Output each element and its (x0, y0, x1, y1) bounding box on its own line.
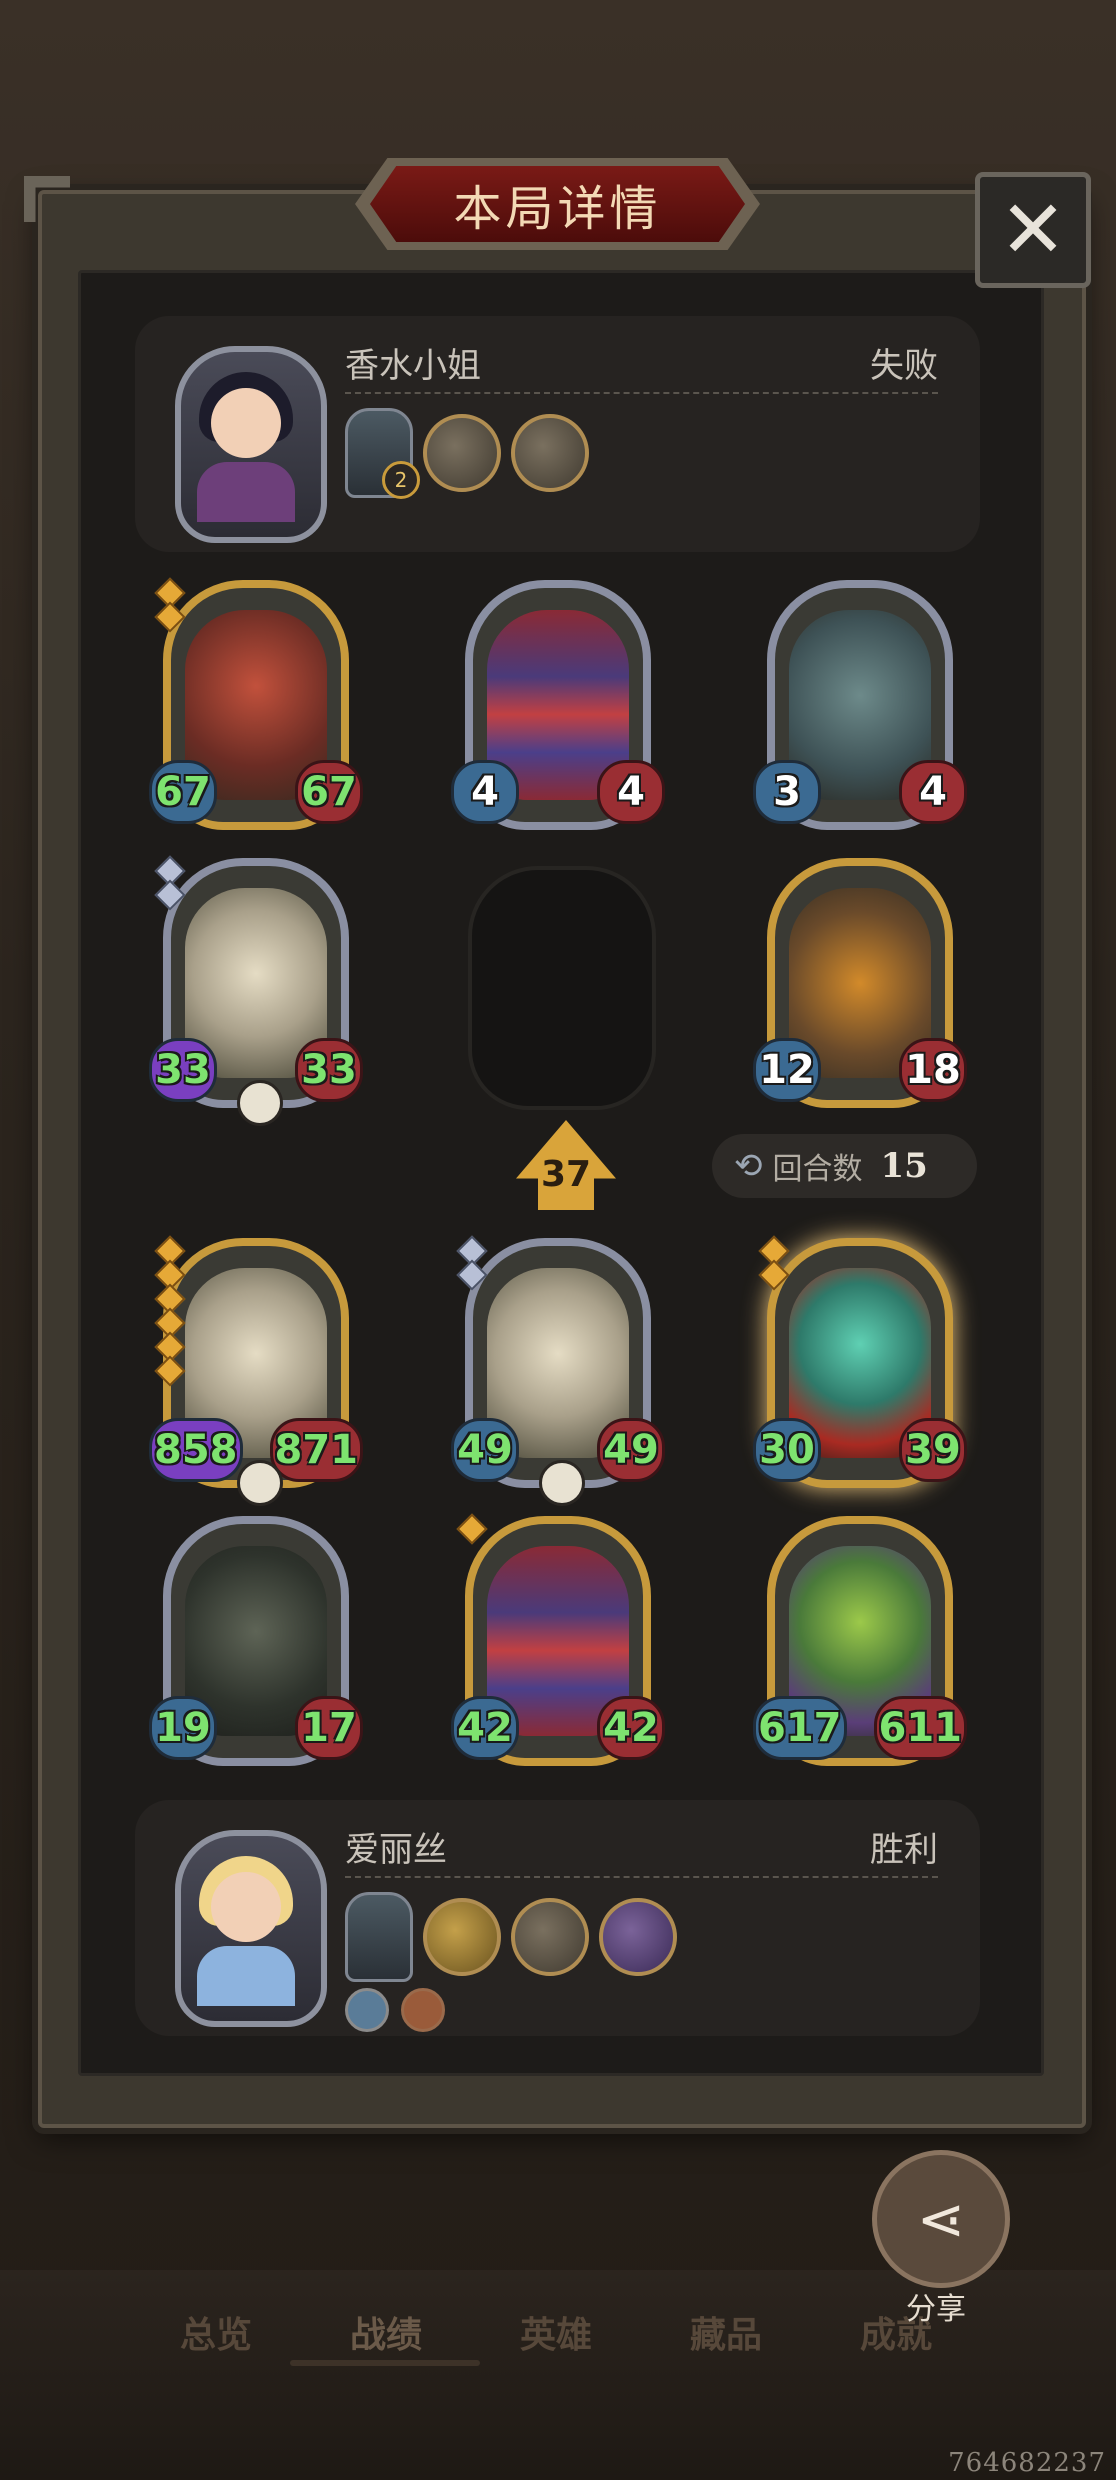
opponent-minion-card[interactable]: 67 67 (149, 577, 363, 830)
minion-attack: 617 (753, 1696, 847, 1760)
divider (345, 392, 938, 394)
skull-icon (237, 1080, 283, 1126)
opponent-result: 失败 (870, 346, 938, 386)
tab-overview[interactable]: 总览 (180, 2306, 252, 2358)
minion-attack: 49 (451, 1418, 519, 1482)
self-player-card: 爱丽丝 胜利 (135, 1800, 980, 2036)
minion-health: 42 (597, 1696, 665, 1760)
page-title: 本局详情 (370, 166, 745, 242)
tab-collection[interactable]: 藏品 (690, 2306, 762, 2358)
opponent-minion-card[interactable]: 3 4 (753, 580, 967, 830)
trinket-icon[interactable] (599, 1898, 677, 1976)
tab-indicator (290, 2360, 480, 2366)
self-hero-portrait[interactable] (175, 1830, 327, 2027)
player-minion-card[interactable]: 617 611 (753, 1516, 967, 1766)
rounds-value: 15 (880, 1146, 928, 1186)
trinket-icon[interactable] (511, 1898, 589, 1976)
player-minion-card[interactable]: 858 871 (149, 1235, 363, 1506)
buff-icon[interactable] (345, 1988, 389, 2032)
trinket-icon[interactable] (423, 414, 501, 492)
rounds-badge: ⟲ 回合数 15 (712, 1134, 977, 1198)
minion-health: 33 (295, 1038, 363, 1102)
minion-health: 17 (295, 1696, 363, 1760)
hero-power-level: 2 (382, 461, 420, 499)
tab-records[interactable]: 战绩 (350, 2306, 422, 2358)
self-name: 爱丽丝 (345, 1830, 447, 1870)
empty-minion-slot (468, 866, 656, 1110)
minion-attack: 12 (753, 1038, 821, 1102)
minion-attack: 33 (149, 1038, 217, 1102)
minion-health: 39 (899, 1418, 967, 1482)
rounds-label: 回合数 (772, 1152, 863, 1187)
share-button[interactable]: ⋖ (872, 2150, 1010, 2288)
share-label: 分享 (906, 2292, 966, 2327)
skull-icon (539, 1460, 585, 1506)
minion-attack: 858 (149, 1418, 243, 1482)
skull-icon (237, 1460, 283, 1506)
self-result: 胜利 (870, 1830, 938, 1870)
player-minion-card[interactable]: 42 42 (451, 1513, 665, 1766)
close-button[interactable]: ✕ (975, 172, 1091, 288)
player-minion-card[interactable]: 19 17 (149, 1516, 363, 1766)
tab-heroes[interactable]: 英雄 (520, 2306, 592, 2358)
hero-power-icon[interactable]: 2 (345, 408, 420, 499)
opponent-name: 香水小姐 (345, 346, 481, 386)
minion-attack: 19 (149, 1696, 217, 1760)
minion-attack: 4 (451, 760, 519, 824)
trinket-icon[interactable] (511, 414, 589, 492)
minion-attack: 67 (149, 760, 217, 824)
tavern-tier-value: 37 (540, 1153, 592, 1195)
opponent-player-card: 香水小姐 失败 2 (135, 316, 980, 552)
opponent-hero-portrait[interactable] (175, 346, 327, 543)
divider (345, 1876, 938, 1878)
hero-power-icon[interactable] (345, 1892, 413, 1982)
player-minion-card[interactable]: 49 49 (451, 1235, 665, 1506)
minion-attack: 30 (753, 1418, 821, 1482)
opponent-minion-card[interactable]: 12 18 (753, 858, 967, 1108)
opponent-minion-card[interactable]: 4 4 (451, 580, 665, 830)
minion-health: 4 (597, 760, 665, 824)
buff-icon[interactable] (401, 1988, 445, 2032)
minion-health: 611 (873, 1696, 967, 1760)
minion-health: 871 (269, 1418, 363, 1482)
opponent-minion-card[interactable]: 33 33 (149, 855, 363, 1126)
close-icon: ✕ (999, 183, 1067, 276)
minion-health: 18 (899, 1038, 967, 1102)
minion-health: 4 (899, 760, 967, 824)
share-icon: ⋖ (916, 2185, 966, 2253)
player-minion-card[interactable]: 30 39 (753, 1235, 967, 1488)
minion-health: 67 (295, 760, 363, 824)
minion-health: 49 (597, 1418, 665, 1482)
minion-attack: 42 (451, 1696, 519, 1760)
refresh-icon: ⟲ (734, 1146, 763, 1186)
pocket-watch-icon[interactable] (423, 1898, 501, 1976)
user-id: 764682237 (948, 2448, 1106, 2478)
minion-attack: 3 (753, 760, 821, 824)
